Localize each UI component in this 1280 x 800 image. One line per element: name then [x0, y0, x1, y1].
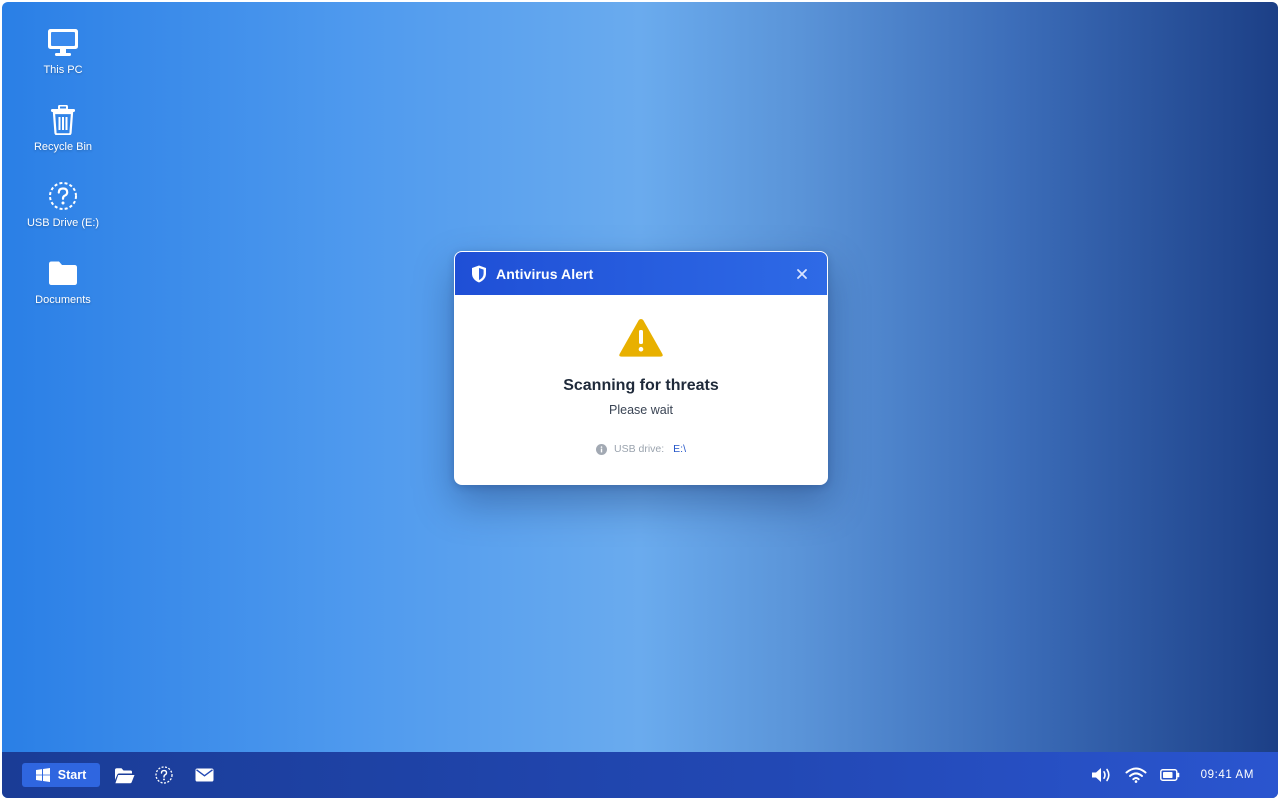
- dialog-header: Antivirus Alert: [455, 252, 827, 295]
- dialog-body: Scanning for threats Please wait USB dri…: [455, 295, 827, 455]
- desktop: This PC Recycle Bin USB Drive (E:) Docum…: [2, 2, 1278, 798]
- folder-open-icon[interactable]: [113, 764, 135, 786]
- clock[interactable]: 09:41 AM: [1201, 769, 1254, 781]
- desktop-icon-label: Documents: [35, 293, 91, 306]
- drive-info-label: USB drive:: [613, 443, 665, 455]
- desktop-icon-this-pc[interactable]: This PC: [22, 26, 104, 102]
- system-tray: 09:41 AM: [1079, 764, 1254, 786]
- drive-info-row: USB drive: E:\: [595, 443, 686, 455]
- folder-icon: [46, 256, 80, 290]
- volume-icon[interactable]: [1091, 764, 1113, 786]
- wifi-icon[interactable]: [1125, 764, 1147, 786]
- desktop-icon-documents[interactable]: Documents: [22, 256, 104, 332]
- battery-icon[interactable]: [1159, 764, 1181, 786]
- taskbar: Start 09:41 AM: [2, 752, 1278, 798]
- desktop-icon-recycle-bin[interactable]: Recycle Bin: [22, 103, 104, 179]
- windows-logo-icon: [35, 768, 50, 782]
- antivirus-alert-dialog: Antivirus Alert Scanning for threats Ple…: [454, 251, 828, 485]
- desktop-icon-label: This PC: [43, 64, 83, 76]
- question-circle-icon: [46, 179, 80, 213]
- dialog-title: Antivirus Alert: [496, 265, 594, 282]
- desktop-icon-label: USB Drive (E:): [26, 217, 100, 229]
- scan-heading: Scanning for threats: [563, 377, 719, 394]
- drive-path-link[interactable]: E:\: [673, 443, 686, 455]
- warning-triangle-icon: [618, 317, 664, 359]
- mail-icon[interactable]: [193, 764, 215, 786]
- trash-icon: [46, 103, 80, 137]
- desktop-icon-usb-drive[interactable]: USB Drive (E:): [22, 179, 104, 255]
- help-circle-icon[interactable]: [153, 764, 175, 786]
- start-button[interactable]: Start: [22, 763, 100, 787]
- info-icon: [595, 443, 607, 455]
- monitor-icon: [46, 26, 80, 60]
- scan-subtext: Please wait: [609, 403, 673, 417]
- shield-icon: [471, 265, 489, 283]
- start-label: Start: [57, 768, 87, 782]
- close-icon[interactable]: [791, 263, 813, 285]
- desktop-icon-grid: This PC Recycle Bin USB Drive (E:) Docum…: [22, 26, 104, 332]
- desktop-icon-label: Recycle Bin: [33, 140, 93, 153]
